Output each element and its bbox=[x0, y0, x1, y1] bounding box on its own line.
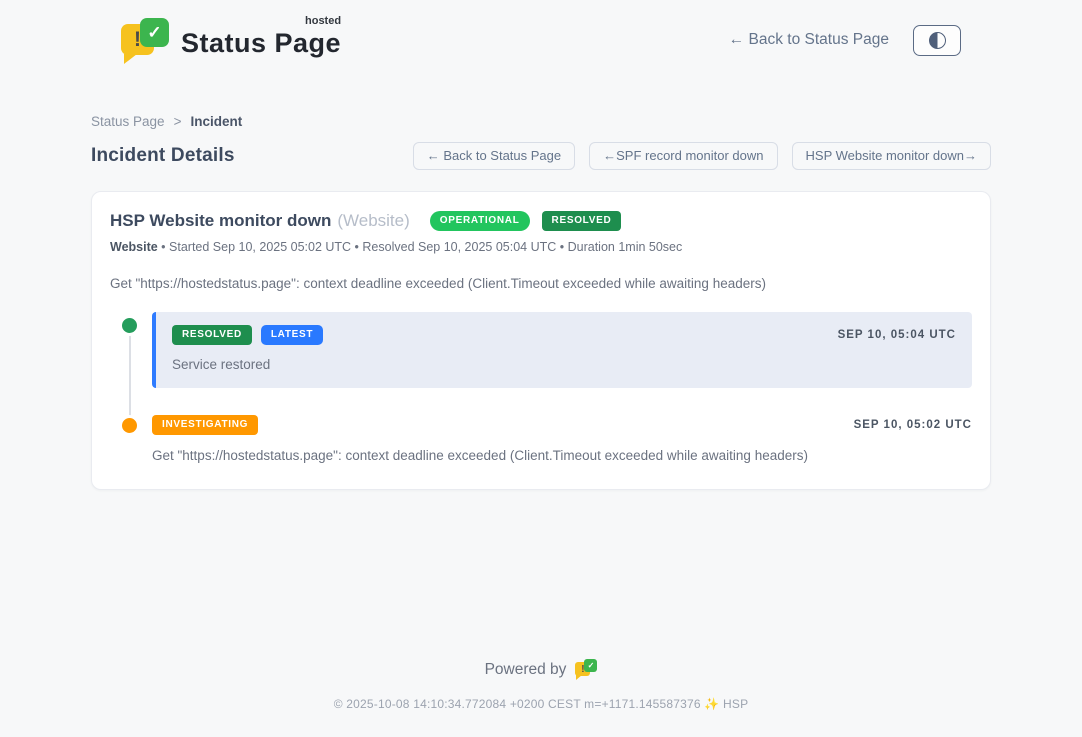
breadcrumb-status-page[interactable]: Status Page bbox=[91, 114, 165, 129]
site-footer: Powered by ! ✓ © 2025-10-08 14:10:34.772… bbox=[0, 659, 1082, 711]
back-to-status-page-link[interactable]: ← Back to Status Page bbox=[729, 31, 889, 49]
next-incident-button[interactable]: HSP Website monitor down→ bbox=[792, 142, 991, 170]
timeline-investigating-body: INVESTIGATING SEP 10, 05:02 UTC Get "htt… bbox=[152, 415, 972, 463]
incident-meta-component: Website bbox=[110, 240, 158, 254]
timeline-investigating-message: Get "https://hostedstatus.page": context… bbox=[152, 448, 972, 463]
incident-component-label: (Website) bbox=[337, 211, 409, 231]
incident-nav-buttons: ← Back to Status Page ←SPF record monito… bbox=[413, 142, 991, 170]
resolved-badge: RESOLVED bbox=[172, 325, 252, 345]
header-controls: ← Back to Status Page bbox=[729, 25, 961, 56]
status-page-logo[interactable]: ! ✓ Status Page hosted bbox=[121, 18, 341, 62]
main-content: Status Page > Incident Incident Details … bbox=[91, 114, 991, 490]
timeline-dot-resolved bbox=[122, 318, 137, 333]
site-header: ! ✓ Status Page hosted ← Back to Status … bbox=[91, 0, 991, 62]
contrast-icon bbox=[929, 32, 946, 49]
status-page-logo-icon: ! ✓ bbox=[121, 18, 169, 62]
incident-title: HSP Website monitor down bbox=[110, 211, 331, 231]
logo-text: Status Page bbox=[181, 28, 341, 58]
timeline-item-resolved: RESOLVED LATEST SEP 10, 05:04 UTC Servic… bbox=[152, 312, 972, 388]
breadcrumb-incident: Incident bbox=[190, 114, 242, 129]
timeline-investigating-timestamp: SEP 10, 05:02 UTC bbox=[854, 419, 972, 431]
incident-meta-details: • Started Sep 10, 2025 05:02 UTC • Resol… bbox=[158, 240, 683, 254]
logo-wordmark: Status Page hosted bbox=[181, 18, 341, 57]
investigating-badge: INVESTIGATING bbox=[152, 415, 258, 435]
page-title: Incident Details bbox=[91, 145, 235, 167]
latest-badge: LATEST bbox=[261, 325, 323, 345]
powered-by-label: Powered by bbox=[485, 661, 567, 679]
incident-timeline: RESOLVED LATEST SEP 10, 05:04 UTC Servic… bbox=[110, 312, 972, 463]
breadcrumb-separator: > bbox=[174, 114, 182, 129]
footer-logo-icon[interactable]: ! ✓ bbox=[575, 659, 597, 680]
timeline-resolved-timestamp: SEP 10, 05:04 UTC bbox=[838, 329, 956, 341]
incident-meta: Website • Started Sep 10, 2025 05:02 UTC… bbox=[110, 240, 972, 254]
incident-description: Get "https://hostedstatus.page": context… bbox=[110, 276, 972, 291]
timeline-investigating-badges: INVESTIGATING bbox=[152, 415, 258, 435]
incident-card: HSP Website monitor down (Website) OPERA… bbox=[91, 191, 991, 490]
checkmark-icon: ✓ bbox=[140, 18, 169, 47]
breadcrumb: Status Page > Incident bbox=[91, 114, 991, 129]
timeline-resolved-badges: RESOLVED LATEST bbox=[172, 325, 323, 345]
operational-status-badge: OPERATIONAL bbox=[430, 211, 530, 231]
previous-incident-button[interactable]: ←SPF record monitor down bbox=[589, 142, 777, 170]
footer-checkmark-icon: ✓ bbox=[584, 659, 597, 672]
back-to-status-page-button[interactable]: ← Back to Status Page bbox=[413, 142, 575, 170]
timeline-resolved-message: Service restored bbox=[172, 357, 956, 372]
timeline-connector-line bbox=[129, 330, 131, 424]
copyright-text: © 2025-10-08 14:10:34.772084 +0200 CEST … bbox=[0, 697, 1082, 711]
theme-toggle-button[interactable] bbox=[913, 25, 961, 56]
timeline-dot-investigating bbox=[122, 418, 137, 433]
resolved-status-badge: RESOLVED bbox=[542, 211, 622, 231]
timeline-resolved-box: RESOLVED LATEST SEP 10, 05:04 UTC Servic… bbox=[152, 312, 972, 388]
timeline-item-investigating: INVESTIGATING SEP 10, 05:02 UTC Get "htt… bbox=[152, 415, 972, 463]
logo-hosted-superscript: hosted bbox=[305, 16, 341, 27]
